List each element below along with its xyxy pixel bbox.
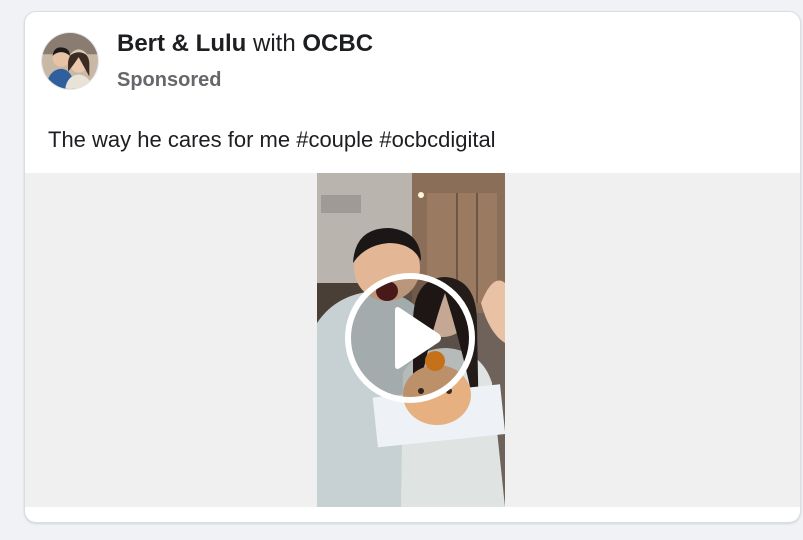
media-container [25,173,800,507]
avatar-photo [42,33,98,89]
sponsored-post-card: Bert & Lulu with OCBC Sponsored The way … [24,11,801,523]
author-avatar[interactable] [41,32,99,90]
play-icon [395,307,441,369]
play-button[interactable] [345,273,475,403]
partner-name[interactable]: OCBC [302,30,373,57]
post-header: Bert & Lulu with OCBC Sponsored [25,12,800,112]
post-title: Bert & Lulu with OCBC [117,30,373,58]
video-thumbnail[interactable] [317,173,505,507]
post-caption: The way he cares for me #couple #ocbcdig… [48,127,496,152]
sponsored-label[interactable]: Sponsored [117,69,221,92]
author-name[interactable]: Bert & Lulu [117,30,246,57]
with-text: with [253,30,296,57]
